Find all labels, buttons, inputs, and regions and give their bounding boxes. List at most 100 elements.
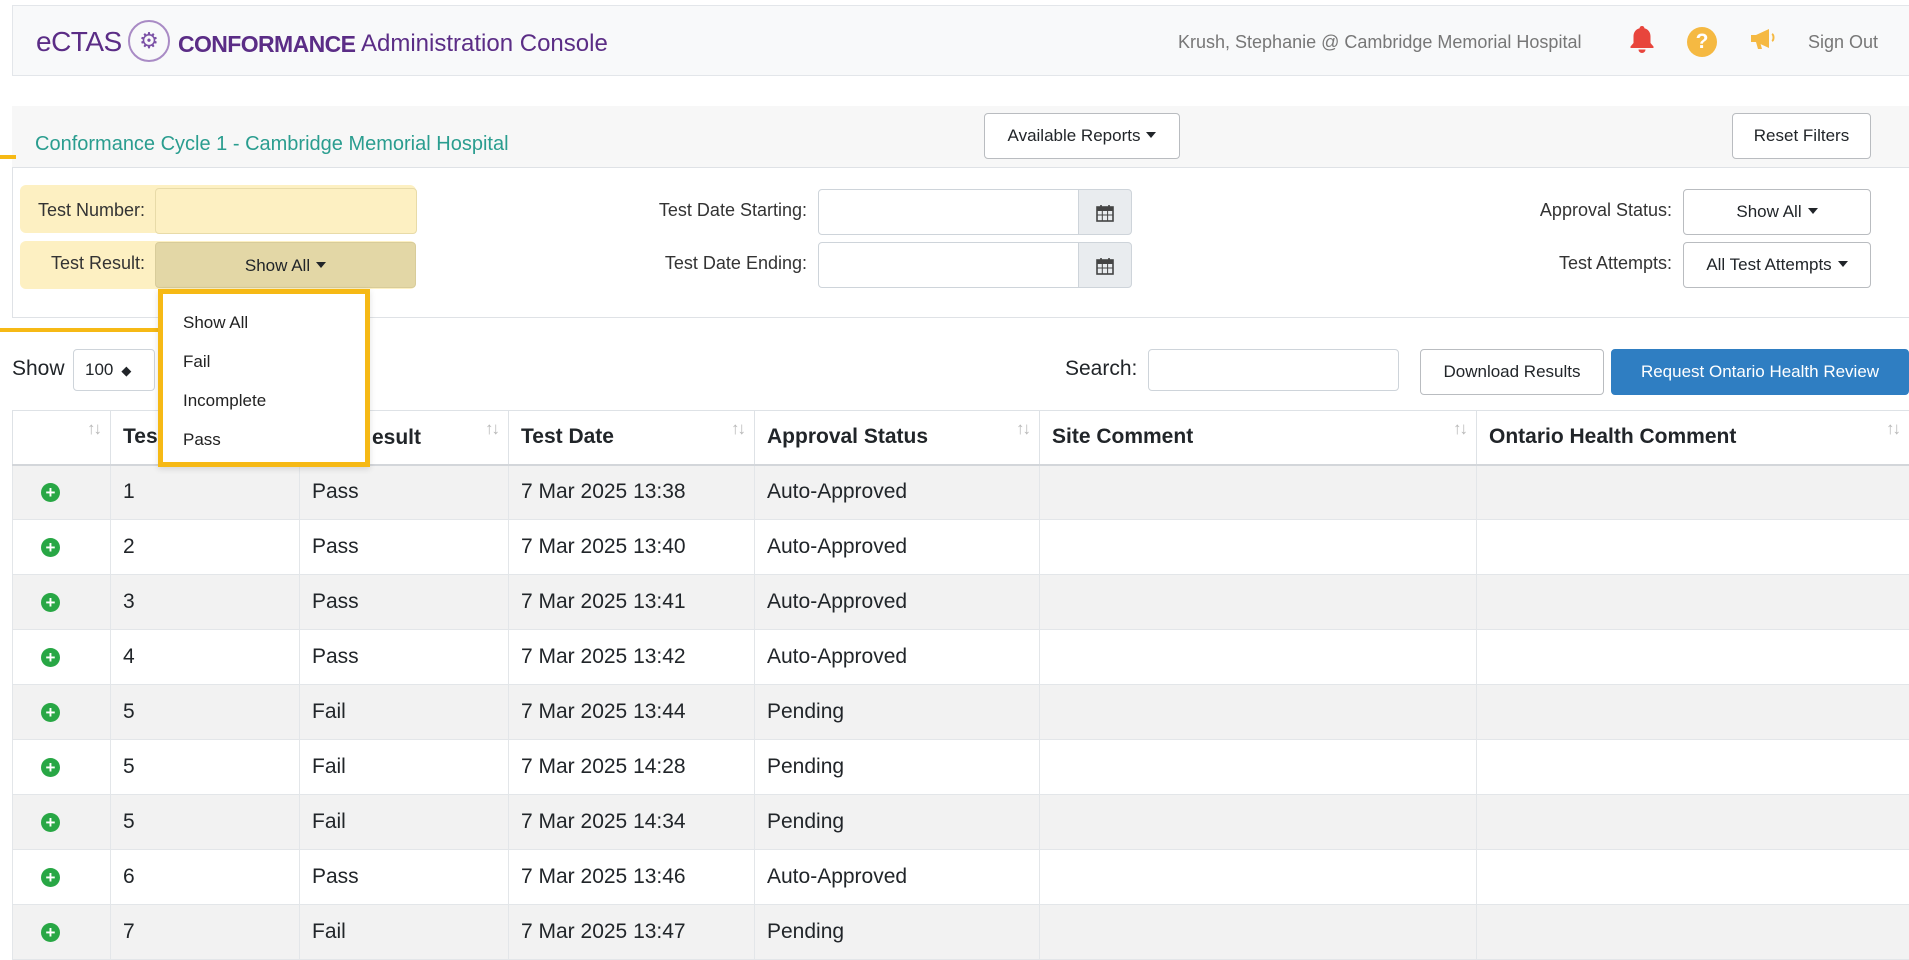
table-row[interactable]: +2Pass7 Mar 2025 13:40Auto-Approved <box>13 520 1909 575</box>
bell-icon[interactable] <box>1628 24 1656 59</box>
request-review-button[interactable]: Request Ontario Health Review <box>1611 349 1909 395</box>
table-row[interactable]: +5Fail7 Mar 2025 13:44Pending <box>13 685 1909 740</box>
sort-icon: ↑↓ <box>485 419 498 439</box>
approval-status-header-text: Approval Status <box>767 425 928 448</box>
approval-status-cell: Auto-Approved <box>755 630 1040 685</box>
dropdown-option-fail[interactable]: Fail <box>183 352 210 372</box>
table-row[interactable]: +3Pass7 Mar 2025 13:41Auto-Approved <box>13 575 1909 630</box>
test-result-cell: Fail <box>300 905 509 960</box>
site-comment-header[interactable]: Site Comment ↑↓ <box>1040 411 1477 465</box>
approval-status-label: Approval Status: <box>1430 200 1672 221</box>
dropdown-option-show-all[interactable]: Show All <box>183 313 248 333</box>
test-result-dropdown-menu: Show All Fail Incomplete Pass <box>158 289 370 467</box>
test-date-starting-input[interactable] <box>818 189 1080 235</box>
expand-row-icon[interactable]: + <box>41 538 60 557</box>
sort-icon: ↑↓ <box>1453 419 1466 439</box>
cycle-title[interactable]: Conformance Cycle 1 - Cambridge Memorial… <box>35 133 509 156</box>
test-number-cell: 5 <box>111 740 300 795</box>
table-row[interactable]: +5Fail7 Mar 2025 14:34Pending <box>13 795 1909 850</box>
expand-cell[interactable]: + <box>13 685 111 740</box>
test-result-select[interactable]: Show All <box>155 242 416 288</box>
reset-filters-button[interactable]: Reset Filters <box>1732 113 1871 159</box>
test-number-cell: 3 <box>111 575 300 630</box>
table-row[interactable]: +7Fail7 Mar 2025 13:47Pending <box>13 905 1909 960</box>
site-comment-cell <box>1040 850 1477 905</box>
table-body: +1Pass7 Mar 2025 13:38Auto-Approved+2Pas… <box>13 465 1909 960</box>
test-date-starting-label: Test Date Starting: <box>600 200 807 221</box>
table-row[interactable]: +4Pass7 Mar 2025 13:42Auto-Approved <box>13 630 1909 685</box>
expand-cell[interactable]: + <box>13 575 111 630</box>
table-row[interactable]: +1Pass7 Mar 2025 13:38Auto-Approved <box>13 465 1909 520</box>
show-label: Show <box>12 357 65 381</box>
site-comment-header-text: Site Comment <box>1052 425 1193 448</box>
megaphone-icon[interactable] <box>1748 26 1778 57</box>
test-number-input[interactable] <box>155 188 417 234</box>
test-number-cell: 4 <box>111 630 300 685</box>
help-icon[interactable]: ? <box>1687 27 1717 57</box>
download-results-button[interactable]: Download Results <box>1420 349 1604 395</box>
expand-cell[interactable]: + <box>13 905 111 960</box>
test-result-label: Test Result: <box>20 253 145 274</box>
expand-row-icon[interactable]: + <box>41 813 60 832</box>
expand-cell[interactable]: + <box>13 465 111 520</box>
test-date-cell: 7 Mar 2025 13:44 <box>509 685 755 740</box>
expand-row-icon[interactable]: + <box>41 593 60 612</box>
test-date-ending-input[interactable] <box>818 242 1080 288</box>
available-reports-button[interactable]: Available Reports <box>984 113 1180 159</box>
test-attempts-label: Test Attempts: <box>1430 253 1672 274</box>
expand-cell[interactable]: + <box>13 520 111 575</box>
ontario-health-comment-header[interactable]: Ontario Health Comment↑↓ <box>1477 411 1909 465</box>
table-row[interactable]: +5Fail7 Mar 2025 14:28Pending <box>13 740 1909 795</box>
site-comment-cell <box>1040 575 1477 630</box>
test-date-header[interactable]: Test Date↑↓ <box>509 411 755 465</box>
dropdown-option-incomplete[interactable]: Incomplete <box>183 391 266 411</box>
approval-status-cell: Auto-Approved <box>755 850 1040 905</box>
test-date-cell: 7 Mar 2025 14:28 <box>509 740 755 795</box>
test-attempts-select[interactable]: All Test Attempts <box>1683 242 1871 288</box>
test-number-cell: 6 <box>111 850 300 905</box>
expand-column-header[interactable]: ↑↓ <box>13 411 111 465</box>
table-row[interactable]: +6Pass7 Mar 2025 13:46Auto-Approved <box>13 850 1909 905</box>
expand-cell[interactable]: + <box>13 850 111 905</box>
brand-conformance: CONFORMANCE <box>178 31 355 58</box>
expand-cell[interactable]: + <box>13 795 111 850</box>
test-result-cell: Fail <box>300 685 509 740</box>
calendar-start-icon[interactable] <box>1078 189 1132 235</box>
search-label: Search: <box>1065 357 1137 381</box>
approval-status-select[interactable]: Show All <box>1683 189 1871 235</box>
search-input[interactable] <box>1148 349 1399 391</box>
approval-status-cell: Pending <box>755 905 1040 960</box>
sort-icon: ↑↓ <box>1016 419 1029 439</box>
app-title[interactable]: Administration Console <box>361 30 608 58</box>
test-result-cell: Pass <box>300 850 509 905</box>
ontario-health-comment-cell <box>1477 795 1909 850</box>
expand-cell[interactable]: + <box>13 740 111 795</box>
expand-row-icon[interactable]: + <box>41 923 60 942</box>
page-size-select[interactable]: 100◆ <box>73 349 155 391</box>
test-number-header-text: Tes <box>123 425 158 448</box>
brand-ectas: eCTAS <box>36 26 122 58</box>
test-result-cell: Pass <box>300 575 509 630</box>
test-number-cell: 5 <box>111 685 300 740</box>
gears-logo-icon: ⚙ <box>128 20 170 62</box>
test-date-cell: 7 Mar 2025 13:40 <box>509 520 755 575</box>
test-date-cell: 7 Mar 2025 13:47 <box>509 905 755 960</box>
test-result-cell: Pass <box>300 630 509 685</box>
test-result-cell: Fail <box>300 740 509 795</box>
expand-cell[interactable]: + <box>13 630 111 685</box>
expand-row-icon[interactable]: + <box>41 483 60 502</box>
ontario-health-comment-cell <box>1477 905 1909 960</box>
expand-row-icon[interactable]: + <box>41 648 60 667</box>
expand-row-icon[interactable]: + <box>41 703 60 722</box>
calendar-end-icon[interactable] <box>1078 242 1132 288</box>
test-date-cell: 7 Mar 2025 14:34 <box>509 795 755 850</box>
expand-row-icon[interactable]: + <box>41 868 60 887</box>
sign-out-link[interactable]: Sign Out <box>1808 32 1878 53</box>
ontario-health-comment-cell <box>1477 850 1909 905</box>
test-number-cell: 5 <box>111 795 300 850</box>
dropdown-option-pass[interactable]: Pass <box>183 430 221 450</box>
test-date-header-text: Test Date <box>521 425 614 448</box>
approval-status-header[interactable]: Approval Status ↑↓ <box>755 411 1040 465</box>
expand-row-icon[interactable]: + <box>41 758 60 777</box>
callout-line <box>0 328 160 332</box>
